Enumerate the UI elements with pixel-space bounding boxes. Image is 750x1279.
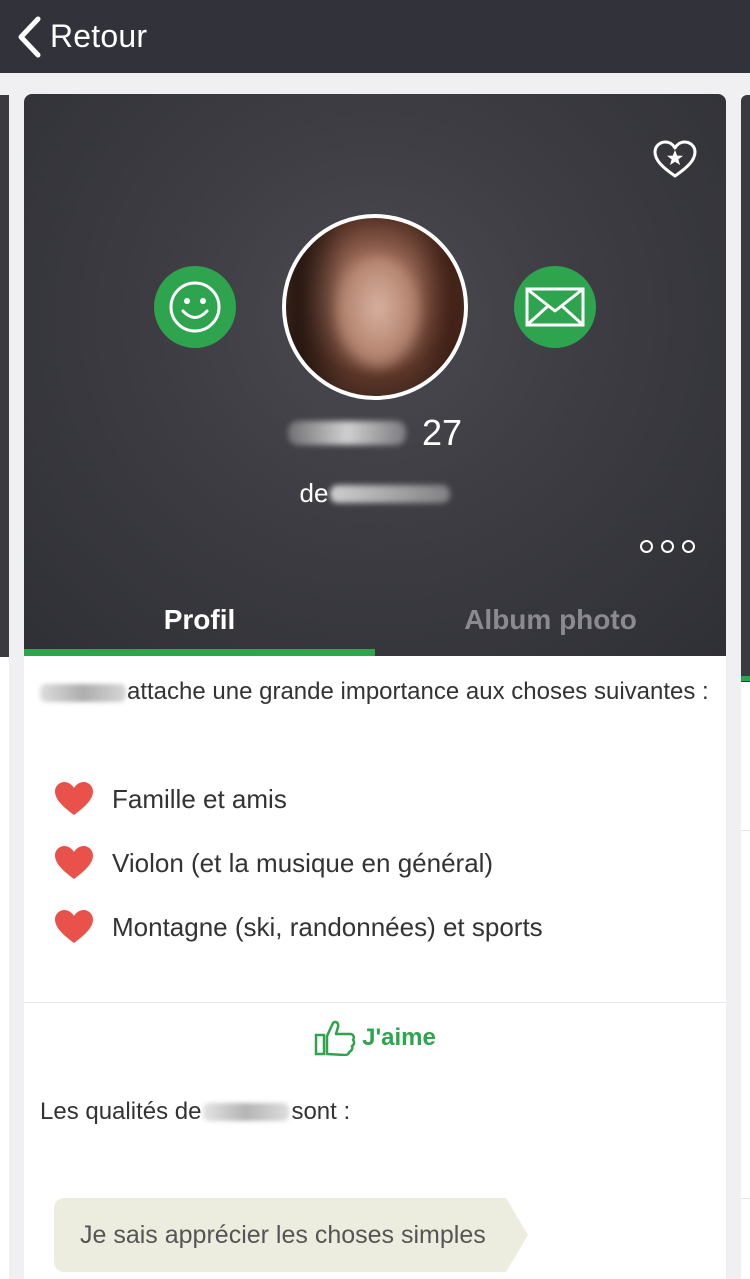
values-intro-text: attache une grande importance aux choses…	[127, 678, 709, 705]
more-dots-icon	[640, 540, 653, 553]
redacted-name	[203, 1103, 290, 1121]
section-divider	[24, 1002, 726, 1003]
active-tab-indicator	[24, 649, 375, 656]
redacted-name	[287, 421, 406, 445]
quality-tag: Je sais apprécier les choses simples	[54, 1198, 528, 1272]
like-label: J'aime	[362, 1024, 436, 1051]
favorite-button[interactable]	[652, 138, 698, 182]
top-navigation-bar: Retour	[0, 0, 750, 73]
message-button[interactable]	[514, 266, 596, 348]
quality-tag-label: Je sais apprécier les choses simples	[54, 1198, 506, 1272]
values-intro: attache une grande importance aux choses…	[40, 676, 710, 707]
envelope-icon	[525, 287, 585, 327]
heart-star-icon	[653, 140, 697, 178]
profile-header: 27 de Profil Album photo	[24, 94, 726, 656]
name-age-row: 27	[24, 412, 726, 454]
qualities-suffix: sont :	[291, 1098, 351, 1125]
heart-icon	[55, 782, 93, 815]
location-prefix: de	[299, 478, 329, 508]
smiley-icon	[169, 281, 221, 333]
list-item: Montagne (ski, randonnées) et sports	[54, 895, 710, 959]
next-profile-card[interactable]	[741, 95, 750, 1279]
qualities-heading: Les qualités de sont :	[40, 1098, 350, 1126]
list-item: Violon (et la musique en général)	[54, 831, 710, 895]
back-button[interactable]: Retour	[0, 0, 147, 73]
values-list: Famille et amis Violon (et la musique en…	[40, 767, 710, 959]
smile-button[interactable]	[154, 266, 236, 348]
divider	[741, 1198, 750, 1199]
divider	[741, 830, 750, 831]
redacted-name	[40, 683, 126, 702]
more-dots-icon	[682, 540, 695, 553]
more-dots-icon	[661, 540, 674, 553]
more-options-button[interactable]	[640, 540, 695, 553]
heart-icon	[55, 846, 93, 879]
profile-tabs: Profil Album photo	[24, 584, 726, 656]
like-button[interactable]: J'aime	[24, 1020, 726, 1056]
chevron-left-icon	[18, 16, 41, 57]
back-label: Retour	[50, 18, 148, 54]
profile-age: 27	[421, 412, 463, 453]
quality-tag-point	[505, 1198, 528, 1272]
redacted-location	[330, 484, 451, 503]
value-label: Famille et amis	[112, 783, 287, 814]
thumbs-up-icon	[314, 1020, 356, 1056]
heart-icon	[55, 910, 93, 943]
list-item: Famille et amis	[54, 767, 710, 831]
tab-profil[interactable]: Profil	[24, 584, 375, 656]
avatar[interactable]	[282, 214, 468, 400]
value-label: Montagne (ski, randonnées) et sports	[112, 911, 543, 942]
value-label: Violon (et la musique en général)	[112, 847, 494, 878]
profile-card: 27 de Profil Album photo attache une gra…	[24, 94, 726, 1279]
values-section: attache une grande importance aux choses…	[24, 656, 726, 959]
qualities-prefix: Les qualités de	[40, 1098, 202, 1125]
tab-album-photo[interactable]: Album photo	[375, 584, 726, 656]
previous-profile-card[interactable]	[0, 95, 9, 1279]
location-row: de	[24, 478, 726, 509]
